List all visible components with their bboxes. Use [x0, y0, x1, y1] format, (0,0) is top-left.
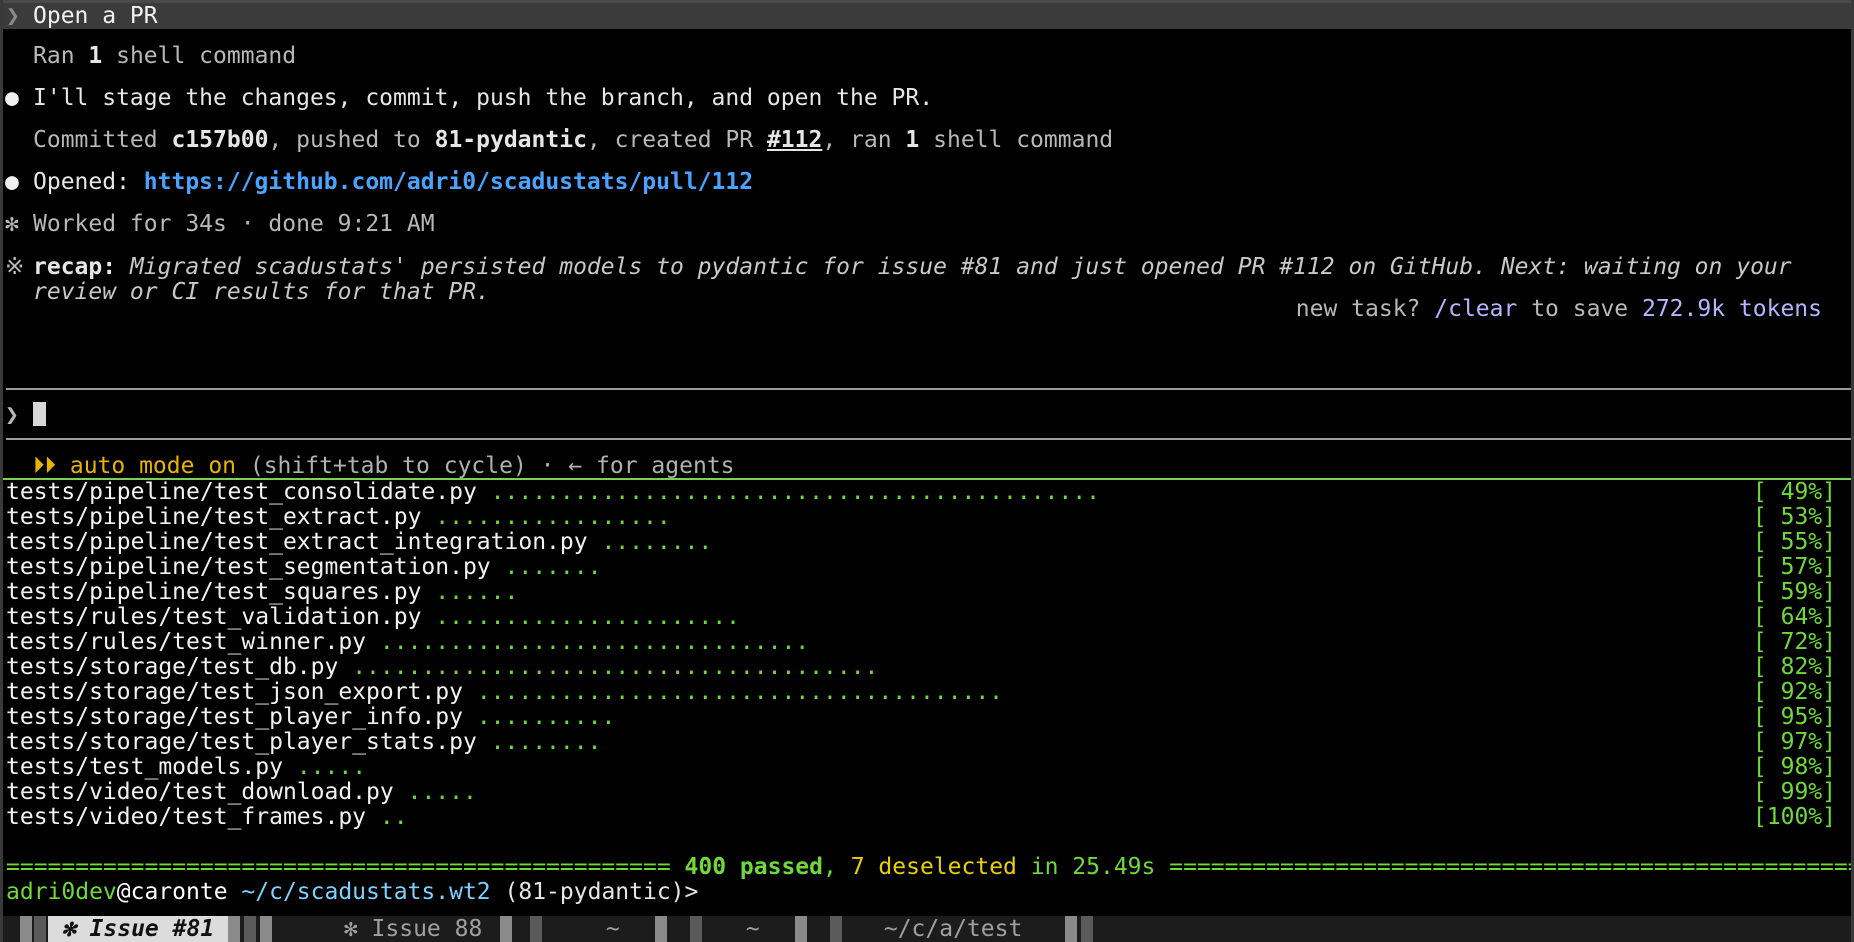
test-row: tests/video/test_frames.py .. [100%] [6, 804, 1836, 830]
shell-prompt[interactable]: adri0dev@caronte ~/c/scadustats.wt2 (81-… [6, 879, 698, 905]
auto-mode-label: ⏵⏵ auto mode on [33, 453, 237, 479]
auto-mode-status[interactable]: ⏵⏵ auto mode on (shift+tab to cycle) · ←… [33, 453, 735, 479]
assistant-message: I'll stage the changes, commit, push the… [33, 85, 934, 111]
tab-divider [500, 916, 512, 942]
recap-line-1: recap: Migrated scadustats' persisted mo… [33, 254, 1792, 280]
test-row: tests/test_models.py .....[ 98%] [6, 754, 1836, 780]
tab-divider [1065, 916, 1077, 942]
test-row: tests/pipeline/test_segmentation.py ....… [6, 554, 1836, 580]
user-prompt-bar: ❯ Open a PR [0, 3, 1854, 29]
test-row: tests/storage/test_db.py ...............… [6, 654, 1836, 680]
tab-home-2[interactable]: ~ [732, 916, 774, 942]
test-row: tests/storage/test_player_info.py ......… [6, 704, 1836, 730]
shell-host: @caronte [116, 879, 228, 905]
tab-divider [260, 916, 272, 942]
test-row: tests/pipeline/test_consolidate.py .....… [6, 479, 1836, 505]
pr-number-link[interactable]: #112 [767, 127, 822, 153]
branch-name: 81-pydantic [434, 127, 587, 153]
shell-path: ~/c/scadustats.wt2 [227, 879, 491, 905]
input-divider-bottom [6, 438, 1854, 440]
tab-divider [690, 916, 702, 942]
tab-divider [1081, 916, 1093, 942]
recap-line-2: review or CI results for that PR. [33, 279, 490, 305]
test-row: tests/pipeline/test_squares.py ......[ 5… [6, 579, 1836, 605]
tab-test[interactable]: ~/c/a/test [870, 916, 1036, 942]
test-row: tests/rules/test_validation.py .........… [6, 604, 1836, 630]
new-task-hint: new task? /clear to save 272.9k tokens [1295, 296, 1822, 322]
pr-url-link[interactable]: https://github.com/adri0/scadustats/pull… [144, 169, 753, 195]
worked-status: Worked for 34s · done 9:21 AM [33, 211, 435, 237]
message-bullet-icon: ● [5, 169, 19, 195]
tab-divider [830, 916, 842, 942]
prompt-chevron-icon: ❯ [6, 3, 20, 29]
clear-command[interactable]: /clear [1434, 296, 1517, 322]
tab-divider [20, 916, 32, 942]
recap-label: recap: [33, 254, 117, 280]
test-row: tests/storage/test_player_stats.py .....… [6, 729, 1836, 755]
commit-summary-line[interactable]: Committed c157b00, pushed to 81-pydantic… [33, 127, 1113, 153]
deselected-count: 7 deselected [850, 854, 1017, 880]
input-row[interactable]: ❯ [5, 402, 46, 428]
tab-divider [228, 916, 240, 942]
user-prompt-text: Open a PR [33, 3, 158, 29]
token-count: 272.9k tokens [1641, 296, 1822, 322]
tab-issue-88[interactable]: ✻ Issue 88 [330, 916, 496, 942]
tab-divider [530, 916, 542, 942]
tab-divider [655, 916, 667, 942]
window-left-frame [0, 0, 3, 942]
recap-icon: ※ [5, 254, 25, 280]
input-chevron-icon: ❯ [5, 402, 19, 428]
passed-count: 400 passed [684, 854, 824, 880]
test-summary-line: ========================================… [6, 854, 1854, 880]
shell-branch: (81-pydantic)> [490, 879, 699, 905]
test-row: tests/pipeline/test_extract.py .........… [6, 504, 1836, 530]
input-divider-top [6, 388, 1854, 390]
tab-issue-81[interactable]: ✻ Issue #81 [48, 916, 229, 942]
test-row: tests/storage/test_json_export.py ......… [6, 679, 1836, 705]
ran-shell-line[interactable]: Ran 1 shell command [33, 43, 296, 69]
commit-hash: c157b00 [171, 127, 269, 153]
tab-divider [795, 916, 807, 942]
test-row: tests/pipeline/test_extract_integration.… [6, 529, 1836, 555]
tab-divider [244, 916, 256, 942]
worked-star-icon: ✻ [5, 211, 19, 237]
message-bullet-icon: ● [5, 85, 19, 111]
agent-session-pane: ❯ Open a PR Ran 1 shell command ● I'll s… [0, 0, 1854, 479]
tab-divider [34, 916, 46, 942]
test-row: tests/rules/test_winner.py .............… [6, 629, 1836, 655]
shell-user: adri0dev [6, 879, 117, 905]
tmux-tab-bar: ✻ Issue #81 ✻ Issue 88 ~ ~ ~/c/a/test [0, 916, 1854, 942]
opened-line: Opened: https://github.com/adri0/scadust… [33, 169, 754, 195]
tab-home-1[interactable]: ~ [592, 916, 634, 942]
test-row: tests/video/test_download.py .....[ 99%] [6, 779, 1836, 805]
text-cursor[interactable] [32, 402, 46, 426]
